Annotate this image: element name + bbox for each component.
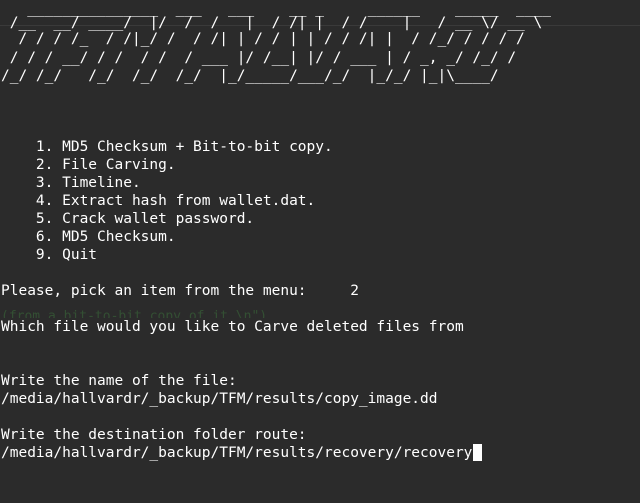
- file-name-value: /media/hallvardr/_backup/TFM/results/cop…: [1, 391, 438, 407]
- destination-input-value[interactable]: /media/hallvardr/_backup/TFM/results/rec…: [1, 445, 472, 461]
- menu-choice-prompt: Please, pick an item from the menu: 2: [1, 283, 359, 299]
- ascii-banner-line-5: /_/ /_/ /_/ /_/ /_/ |_/_____/___/_/ |_/_…: [1, 68, 499, 84]
- menu-item-timeline: 3. Timeline.: [1, 175, 141, 191]
- menu-item-extract-hash: 4. Extract hash from wallet.dat.: [1, 193, 316, 209]
- destination-prompt: Write the destination folder route:: [1, 427, 307, 443]
- ghost-overlap-text: (from a bit-to-bit copy of it \n"): [1, 309, 268, 318]
- text-cursor: [473, 444, 483, 461]
- menu-item-crack-password: 5. Crack wallet password.: [1, 211, 255, 227]
- ascii-banner-line-2: /__ __/ ____/ |/ / / | / /| | / / | / __…: [1, 15, 543, 31]
- menu-item-md5-copy: 1. MD5 Checksum + Bit-to-bit copy.: [1, 139, 333, 155]
- terminal-window[interactable]: _______________ ___ ___ __ _ ______ ____…: [0, 0, 640, 503]
- menu-item-quit: 9. Quit: [1, 247, 98, 263]
- menu-item-file-carving: 2. File Carving.: [1, 157, 176, 173]
- ascii-banner-line-4: / / / __/ / / / / / ___ |/ /__| |/ / ___…: [1, 50, 517, 66]
- carve-question: Which file would you like to Carve delet…: [1, 319, 464, 335]
- ascii-banner-line-3: / / / /_ / /|_/ / / /| | / / | | / / /| …: [1, 31, 525, 47]
- menu-item-md5-checksum: 6. MD5 Checksum.: [1, 229, 176, 245]
- destination-input-line[interactable]: /media/hallvardr/_backup/TFM/results/rec…: [1, 444, 483, 462]
- file-name-prompt: Write the name of the file:: [1, 373, 237, 389]
